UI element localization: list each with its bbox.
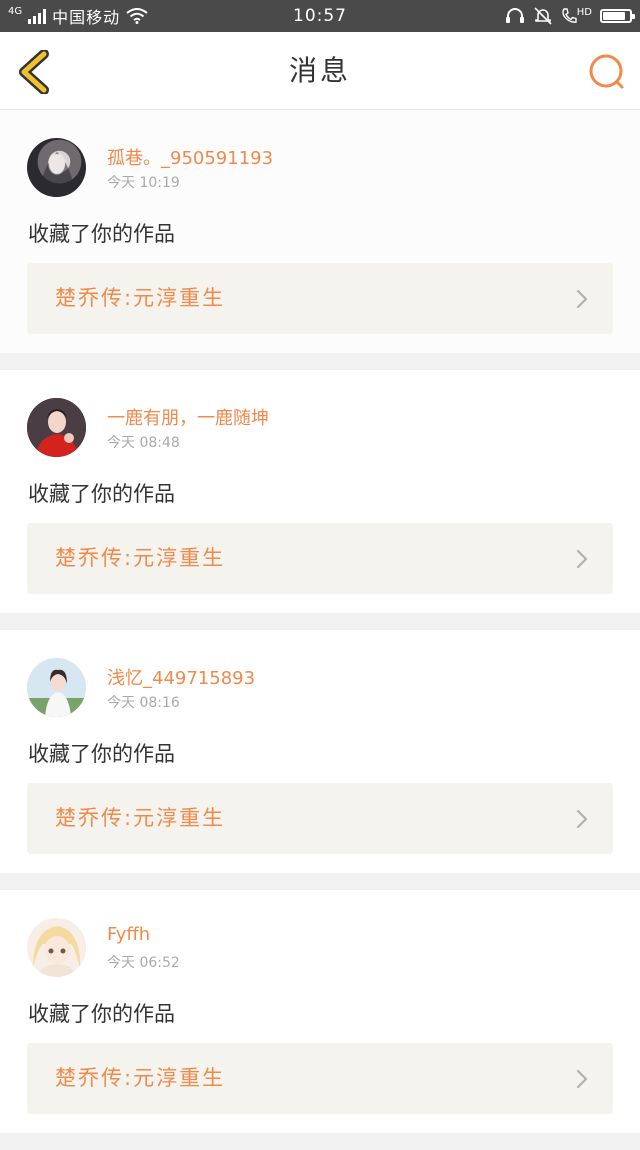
message-time: 今天 08:16 xyxy=(107,695,180,711)
action-text: 收藏了你的作品 xyxy=(28,742,175,766)
work-link[interactable]: 楚乔传:元淳重生 xyxy=(27,1043,613,1114)
avatar-red-dress-girl xyxy=(27,398,86,457)
avatar[interactable] xyxy=(27,398,86,457)
action-text: 收藏了你的作品 xyxy=(28,482,175,506)
battery-fill xyxy=(603,12,625,20)
headset-icon xyxy=(505,8,524,23)
work-title: 楚乔传:元淳重生 xyxy=(55,546,226,570)
username[interactable]: 孤巷。_950591193 xyxy=(107,144,273,170)
avatar[interactable] xyxy=(27,918,86,977)
chevron-right-icon xyxy=(576,1069,588,1089)
work-title: 楚乔传:元淳重生 xyxy=(55,286,226,310)
work-title: 楚乔传:元淳重生 xyxy=(55,806,226,830)
phone-icon xyxy=(562,8,577,23)
work-link[interactable]: 楚乔传:元淳重生 xyxy=(27,783,613,854)
status-right: HD xyxy=(505,0,635,32)
action-text: 收藏了你的作品 xyxy=(28,1002,175,1026)
message-time: 今天 06:52 xyxy=(107,955,180,971)
chevron-right-icon xyxy=(576,289,588,309)
message-card: Fyffh 今天 06:52 收藏了你的作品 楚乔传:元淳重生 xyxy=(0,890,640,1133)
username[interactable]: 浅忆_449715893 xyxy=(107,664,255,690)
message-time: 今天 10:19 xyxy=(107,175,180,191)
work-title: 楚乔传:元淳重生 xyxy=(55,1066,226,1090)
message-card: 一鹿有朋，一鹿随坤 今天 08:48 收藏了你的作品 楚乔传:元淳重生 xyxy=(0,370,640,613)
nav-bar: 消息 xyxy=(0,32,640,110)
message-card: 孤巷。_950591193 今天 10:19 收藏了你的作品 楚乔传:元淳重生 xyxy=(0,110,640,353)
avatar-dark-hair-girl xyxy=(39,152,75,197)
page-title: 消息 xyxy=(288,54,351,87)
battery-icon xyxy=(600,9,635,23)
action-text: 收藏了你的作品 xyxy=(28,222,175,246)
avatar[interactable] xyxy=(27,658,86,717)
work-link[interactable]: 楚乔传:元淳重生 xyxy=(27,523,613,594)
message-card: 浅忆_449715893 今天 08:16 收藏了你的作品 楚乔传:元淳重生 xyxy=(0,630,640,873)
avatar-white-dress-girl xyxy=(27,658,86,717)
chevron-right-icon xyxy=(576,549,588,569)
avatar-anime-blonde-girl xyxy=(27,918,86,977)
username[interactable]: Fyffh xyxy=(107,924,150,945)
message-time: 今天 08:48 xyxy=(107,435,180,451)
search-button[interactable] xyxy=(586,52,626,92)
hd-call-indicator: HD xyxy=(561,7,592,25)
chevron-right-icon xyxy=(576,809,588,829)
hd-label: HD xyxy=(576,6,592,18)
username[interactable]: 一鹿有朋，一鹿随坤 xyxy=(107,404,269,430)
status-bar: 4G 中国移动 10:57 HD xyxy=(0,0,640,32)
work-link[interactable]: 楚乔传:元淳重生 xyxy=(27,263,613,334)
avatar[interactable] xyxy=(27,138,86,197)
message-list: 孤巷。_950591193 今天 10:19 收藏了你的作品 楚乔传:元淳重生 … xyxy=(0,110,640,1150)
bell-muted-icon xyxy=(534,7,552,25)
